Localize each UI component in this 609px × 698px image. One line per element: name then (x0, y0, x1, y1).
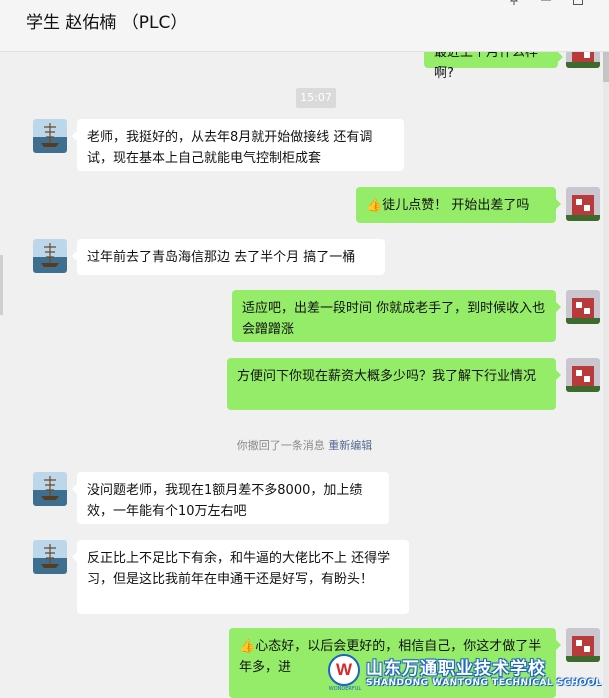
message-bubble-sent[interactable]: 方便问下你现在薪资大概多少吗？我了解下行业情况 (227, 358, 561, 410)
message-bubble-sent[interactable]: 最近上个月什么样啊? (424, 52, 563, 81)
chat-area[interactable]: 最近上个月什么样啊? 15:07 老师，我挺好的，从去年8月就开始做接线 还有调… (0, 52, 609, 698)
message-bubble-received[interactable]: 没问题老师，我现在1额月差不多8000，加上绩效，一年能有个10万左右吧 (72, 472, 389, 524)
avatar-student[interactable] (33, 540, 67, 574)
recall-text: 你撤回了一条消息 (236, 439, 325, 452)
timestamp: 15:07 (296, 88, 336, 108)
left-edge-scrollbar[interactable] (0, 255, 3, 315)
thumbs-up-icon: 👍 (366, 198, 383, 213)
message-text: 反正比上不足比下有余，和牛逼的大佬比不上 还得学习，但是这比我前年在申通干还是好… (87, 551, 391, 587)
scrollbar-thumb[interactable] (603, 52, 609, 82)
message-text: 方便问下你现在薪资大概多少吗？我了解下行业情况 (237, 369, 537, 384)
minimize-icon[interactable] (540, 0, 552, 10)
message-text: 徒儿点赞！ 开始出差了吗 (382, 198, 530, 213)
school-logo: W (328, 654, 360, 686)
message-bubble-received[interactable]: 反正比上不足比下有余，和牛逼的大佬比不上 还得学习，但是这比我前年在申通干还是好… (72, 540, 409, 614)
avatar-teacher[interactable] (566, 290, 600, 324)
re-edit-link[interactable]: 重新编辑 (328, 439, 372, 452)
message-text: 老师，我挺好的，从去年8月就开始做接线 还有调试，现在基本上自己就能电气控制柜成… (87, 130, 373, 166)
avatar-teacher[interactable] (566, 358, 600, 392)
school-logo-caption: WONDERFUL (328, 686, 362, 692)
avatar-teacher[interactable] (566, 187, 600, 221)
recall-notice: 你撤回了一条消息 重新编辑 (0, 437, 609, 453)
title-bar: 学生 赵佑楠 （PLC） (0, 0, 609, 52)
school-name: 山东万通职业技术学校 (366, 659, 546, 679)
message-text: 最近上个月什么样啊? (434, 52, 539, 81)
message-text: 过年前去了青岛海信那边 去了半个月 搞了一桶 (87, 250, 356, 265)
avatar-student[interactable] (33, 472, 67, 506)
school-watermark: W WONDERFUL 山东万通职业技术学校 SHANDONG WANTONG … (326, 652, 609, 698)
message-bubble-sent[interactable]: 适应吧，出差一段时间 你就成老手了，到时候收入也会蹭蹭涨 (232, 290, 561, 342)
avatar-student[interactable] (33, 239, 67, 273)
chat-title: 学生 赵佑楠 （PLC） (26, 13, 188, 33)
avatar-teacher[interactable] (566, 52, 600, 68)
message-bubble-received[interactable]: 老师，我挺好的，从去年8月就开始做接线 还有调试，现在基本上自己就能电气控制柜成… (72, 119, 404, 171)
message-bubble-sent[interactable]: 👍徒儿点赞！ 开始出差了吗 (356, 187, 561, 223)
thumbs-up-icon: 👍 (239, 639, 256, 654)
message-text: 适应吧，出差一段时间 你就成老手了，到时候收入也会蹭蹭涨 (242, 301, 546, 337)
message-bubble-received[interactable]: 过年前去了青岛海信那边 去了半个月 搞了一桶 (72, 239, 385, 275)
chat-scrollbar[interactable] (603, 52, 609, 698)
avatar-student[interactable] (33, 119, 67, 153)
maximize-icon[interactable] (572, 0, 584, 10)
message-text: 没问题老师，我现在1额月差不多8000，加上绩效，一年能有个10万左右吧 (87, 483, 363, 519)
pin-icon[interactable] (508, 0, 520, 10)
school-name-english: SHANDONG WANTONG TECHNICAL SCHOOL (366, 678, 602, 688)
